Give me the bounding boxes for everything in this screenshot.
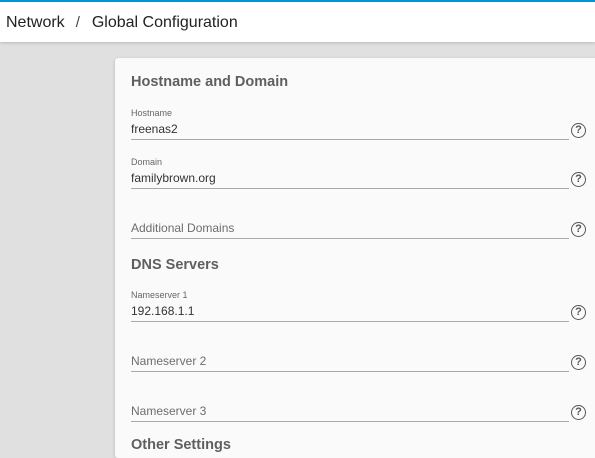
domain-input[interactable]: familybrown.org bbox=[131, 171, 216, 185]
additional-domains-input[interactable]: Additional Domains bbox=[131, 221, 234, 235]
domain-field[interactable]: Domain familybrown.org bbox=[131, 157, 569, 195]
hostname-domain-section-title: Hostname and Domain bbox=[131, 74, 289, 90]
hostname-help-icon[interactable]: ? bbox=[571, 123, 586, 138]
additional-domains-help-icon[interactable]: ? bbox=[571, 222, 586, 237]
hostname-field[interactable]: Hostname freenas2 bbox=[131, 108, 569, 146]
top-bar: Network / Global Configuration bbox=[0, 0, 595, 42]
additional-domains-underline bbox=[131, 238, 569, 239]
nameserver1-help-icon[interactable]: ? bbox=[571, 305, 586, 320]
other-settings-section-title: Other Settings bbox=[131, 437, 231, 453]
nameserver3-help-icon[interactable]: ? bbox=[571, 405, 586, 420]
additional-domains-field[interactable]: Additional Domains bbox=[131, 207, 569, 245]
nameserver1-input[interactable]: 192.168.1.1 bbox=[131, 304, 194, 318]
nameserver1-underline bbox=[131, 321, 569, 322]
domain-underline bbox=[131, 188, 569, 189]
nameserver1-field[interactable]: Nameserver 1 192.168.1.1 bbox=[131, 290, 569, 328]
breadcrumb-network[interactable]: Network bbox=[6, 14, 65, 31]
dns-servers-section-title: DNS Servers bbox=[131, 257, 219, 273]
nameserver3-underline bbox=[131, 421, 569, 422]
nameserver2-field[interactable]: Nameserver 2 bbox=[131, 340, 569, 378]
global-configuration-card: Hostname and Domain Hostname freenas2 ? … bbox=[115, 58, 595, 458]
hostname-label: Hostname bbox=[131, 108, 173, 118]
nameserver3-input[interactable]: Nameserver 3 bbox=[131, 404, 206, 418]
nameserver2-input[interactable]: Nameserver 2 bbox=[131, 354, 206, 368]
hostname-input[interactable]: freenas2 bbox=[131, 122, 178, 136]
nameserver2-help-icon[interactable]: ? bbox=[571, 355, 586, 370]
nameserver3-field[interactable]: Nameserver 3 bbox=[131, 390, 569, 428]
nameserver1-label: Nameserver 1 bbox=[131, 290, 188, 300]
domain-help-icon[interactable]: ? bbox=[571, 172, 586, 187]
domain-label: Domain bbox=[131, 157, 163, 167]
hostname-underline bbox=[131, 139, 569, 140]
breadcrumb: Network / Global Configuration bbox=[6, 14, 238, 32]
breadcrumb-global-configuration: Global Configuration bbox=[91, 14, 238, 31]
breadcrumb-separator: / bbox=[75, 14, 80, 31]
nameserver2-underline bbox=[131, 371, 569, 372]
